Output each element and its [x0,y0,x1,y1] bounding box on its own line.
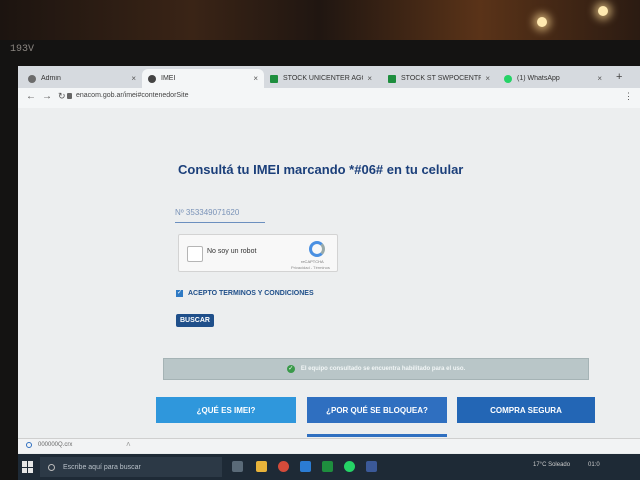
recaptcha-brand: reCAPTCHA [301,259,324,264]
address-bar: ← → ↻ enacom.gob.ar/imei#contenedorSite … [18,88,640,109]
result-message: El equipo consultado se encuentra habili… [300,366,466,372]
admin-icon [28,74,36,83]
what-is-imei-button[interactable]: ¿QUÉ ES IMEI? [156,397,296,423]
why-blocked-button[interactable]: ¿POR QUÉ SE BLOQUEA? [307,397,447,423]
terms-label[interactable]: ACEPTO TERMINOS Y CONDICIONES [188,290,314,297]
back-icon[interactable]: ← [26,91,36,102]
tab-stock-swpocentral[interactable]: STOCK ST SWPOCENTRAL - × [382,69,496,88]
menu-icon[interactable]: ⋮ [624,91,633,102]
excel-icon[interactable] [322,461,333,472]
imei-input[interactable]: Nº 353349071620 [175,208,265,223]
monitor-screen: Admin × IMEI × STOCK UNICENTER AGOSTO × … [18,66,640,480]
close-icon[interactable]: × [253,74,258,83]
terms-checkbox[interactable]: ✓ [176,290,183,297]
tab-label: STOCK UNICENTER AGOSTO [283,75,363,82]
page-title: Consultá tu IMEI marcando *#06# en tu ce… [178,162,464,177]
taskbar-search-placeholder: Escribe aquí para buscar [63,463,141,471]
close-icon[interactable]: × [131,74,136,83]
chevron-up-icon[interactable]: ˄ [126,440,131,449]
check-circle-icon: ✓ [286,365,295,373]
sheets-icon [388,74,396,83]
sheets-icon [270,74,278,83]
download-progress-icon [26,442,32,448]
download-bar: 000000Q.crx ˄ [18,438,640,453]
recaptcha-widget: No soy un robot reCAPTCHA Privacidad - T… [178,234,338,272]
mail-icon[interactable] [300,461,311,472]
page-content: Consultá tu IMEI marcando *#06# en tu ce… [18,108,640,438]
ceiling-light [537,17,547,27]
result-alert: ✓ El equipo consultado se encuentra habi… [163,358,589,380]
search-icon [48,463,55,471]
tab-label: STOCK ST SWPOCENTRAL - [401,75,482,82]
app-icon[interactable] [366,461,377,472]
search-button[interactable]: BUSCAR [176,314,214,327]
enacom-icon [148,74,156,83]
chrome-icon[interactable] [278,461,289,472]
tab-label: Admin [41,75,61,82]
recaptcha-links[interactable]: Privacidad - Términos [291,265,330,270]
tab-admin[interactable]: Admin × [22,69,142,88]
whatsapp-icon[interactable] [344,461,355,472]
tab-stock-unicenter[interactable]: STOCK UNICENTER AGOSTO × [264,69,378,88]
task-view-icon[interactable] [232,461,243,472]
weather-status[interactable]: 17°C Soleado [533,462,570,468]
new-tab-icon[interactable]: + [616,71,622,83]
tab-label: IMEI [161,75,176,82]
whatsapp-icon [504,74,512,83]
close-icon[interactable]: × [485,74,490,83]
download-filename[interactable]: 000000Q.crx [38,442,72,448]
ceiling-light [598,6,608,16]
captcha-checkbox[interactable] [187,246,203,262]
recaptcha-logo-icon [309,241,325,257]
captcha-label: No soy un robot [207,248,257,255]
clock[interactable]: 01:0 [588,462,600,468]
close-icon[interactable]: × [367,74,372,83]
active-nav-underline [307,434,447,437]
close-icon[interactable]: × [597,74,602,83]
safe-purchase-button[interactable]: COMPRA SEGURA [457,397,595,423]
reload-icon[interactable]: ↻ [58,91,66,102]
url-field[interactable]: enacom.gob.ar/imei#contenedorSite [76,92,188,99]
tab-imei[interactable]: IMEI × [142,69,264,88]
monitor-model-label: 193V [10,44,35,55]
windows-start-icon[interactable] [22,461,34,473]
file-explorer-icon[interactable] [256,461,267,472]
browser-tab-bar: Admin × IMEI × STOCK UNICENTER AGOSTO × … [18,66,640,88]
windows-taskbar: Escribe aquí para buscar 17°C Soleado 01… [18,454,640,480]
taskbar-search-input[interactable]: Escribe aquí para buscar [40,457,222,477]
forward-icon[interactable]: → [42,91,52,102]
tab-whatsapp[interactable]: (1) WhatsApp × [498,69,608,88]
terms-row: ✓ ACEPTO TERMINOS Y CONDICIONES [176,290,314,297]
lock-icon [67,93,72,99]
tab-label: (1) WhatsApp [517,75,560,82]
